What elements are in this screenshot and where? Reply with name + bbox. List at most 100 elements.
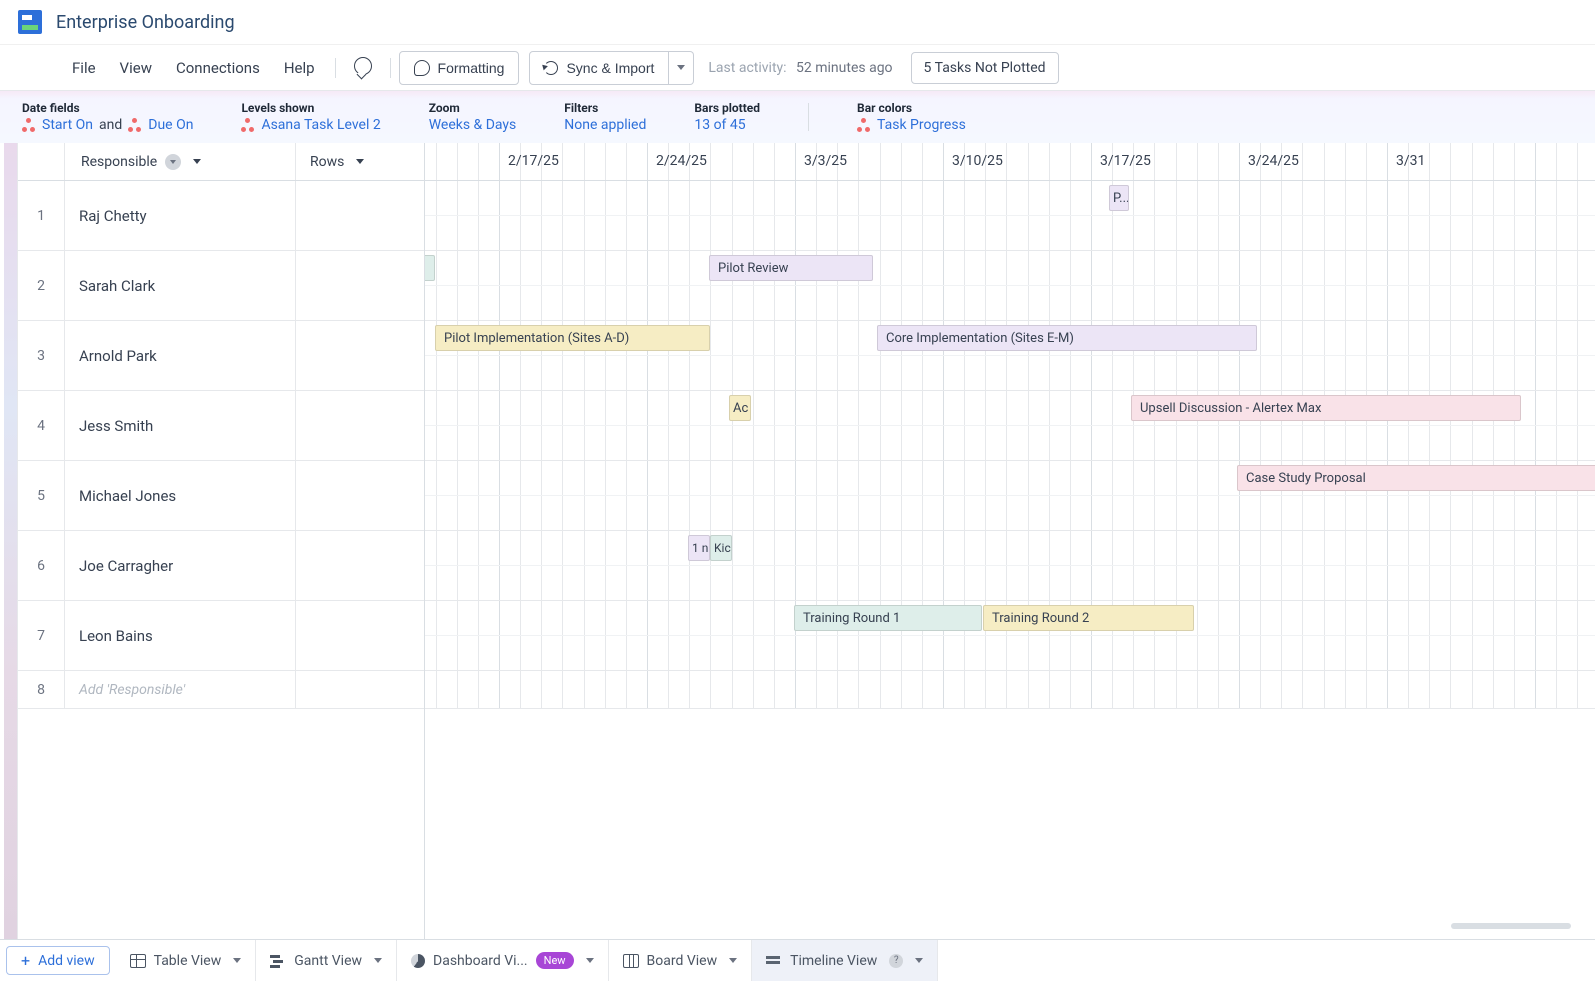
col-responsible-header[interactable]: Responsible (65, 143, 296, 180)
grid-row[interactable]: 4 Jess Smith (18, 391, 424, 461)
row-responsible[interactable]: Sarah Clark (65, 251, 296, 320)
timeline-row[interactable]: 1 n Kic (425, 531, 1595, 601)
task-bar[interactable]: Upsell Discussion - Alertex Max (1131, 395, 1521, 421)
cfg-filters-value[interactable]: None applied (564, 117, 646, 133)
project-title[interactable]: Enterprise Onboarding (56, 12, 235, 33)
sync-icon (544, 61, 558, 75)
separator (808, 103, 809, 131)
timeline-row[interactable]: Ac Upsell Discussion - Alertex Max (425, 391, 1595, 461)
grid-row[interactable]: 2 Sarah Clark (18, 251, 424, 321)
grid-row[interactable]: 7 Leon Bains (18, 601, 424, 671)
cfg-zoom-value[interactable]: Weeks & Days (429, 117, 517, 133)
cfg-bar-colors-value[interactable]: Task Progress (877, 117, 966, 133)
responsible-header-label: Responsible (81, 154, 157, 170)
sync-import-button[interactable]: Sync & Import (529, 51, 669, 85)
cfg-bar-colors[interactable]: Bar colors Task Progress (857, 101, 966, 133)
grid-row-empty[interactable]: 8 Add 'Responsible' (18, 671, 424, 709)
cfg-start-on[interactable]: Start On (42, 117, 93, 133)
tab-label: Timeline View (790, 953, 877, 969)
menu-connections[interactable]: Connections (164, 53, 272, 83)
timeline-panel[interactable]: 2/17/25 2/24/25 3/3/25 3/10/25 3/17/25 3… (425, 143, 1595, 939)
task-bar[interactable]: P... (1109, 185, 1129, 211)
menu-help[interactable]: Help (272, 53, 327, 83)
cfg-due-on[interactable]: Due On (148, 117, 193, 133)
row-number: 7 (18, 601, 65, 670)
task-bar[interactable]: Kic (710, 535, 732, 561)
cfg-levels[interactable]: Levels shown Asana Task Level 2 (241, 101, 380, 133)
help-icon[interactable]: ? (889, 954, 903, 968)
task-bar[interactable]: Case Study Proposal (1237, 465, 1595, 491)
timeline-row[interactable]: Pilot Implementation (Sites A-D) Core Im… (425, 321, 1595, 391)
footer-tabs: + Add view Table View Gantt View Dashboa… (0, 939, 1595, 981)
row-responsible[interactable]: Arnold Park (65, 321, 296, 390)
tasks-not-plotted-button[interactable]: 5 Tasks Not Plotted (911, 52, 1059, 84)
task-bar[interactable]: Ac (729, 395, 751, 421)
cfg-bars-plotted[interactable]: Bars plotted 13 of 45 (694, 101, 760, 133)
task-bar[interactable]: Training Round 2 (983, 605, 1194, 631)
dashboard-icon (411, 954, 425, 968)
menu-file[interactable]: File (60, 53, 108, 83)
row-number: 5 (18, 461, 65, 530)
sync-import-dropdown[interactable] (669, 51, 694, 85)
col-rows-header[interactable]: Rows (296, 143, 424, 180)
timeline-body: P... Pilot Review Pilot Implementation (… (425, 181, 1595, 709)
grid-row[interactable]: 1 Raj Chetty (18, 181, 424, 251)
add-view-button[interactable]: + Add view (6, 946, 110, 975)
tab-gantt-view[interactable]: Gantt View (256, 940, 397, 981)
row-responsible[interactable]: Raj Chetty (65, 181, 296, 250)
add-responsible-placeholder[interactable]: Add 'Responsible' (65, 671, 296, 708)
row-responsible[interactable]: Jess Smith (65, 391, 296, 460)
chat-icon (354, 57, 372, 75)
horizontal-scrollbar[interactable] (1451, 923, 1571, 929)
timeline-row[interactable]: Pilot Review (425, 251, 1595, 321)
timeline-row[interactable] (425, 671, 1595, 709)
cfg-zoom[interactable]: Zoom Weeks & Days (429, 101, 517, 133)
asana-icon (128, 118, 142, 132)
cfg-levels-value[interactable]: Asana Task Level 2 (261, 117, 380, 133)
tab-timeline-view[interactable]: Timeline View ? (752, 940, 938, 981)
task-bar[interactable] (425, 255, 435, 281)
row-responsible[interactable]: Michael Jones (65, 461, 296, 530)
task-bar[interactable]: Pilot Implementation (Sites A-D) (435, 325, 710, 351)
row-responsible[interactable]: Joe Carragher (65, 531, 296, 600)
task-bar[interactable]: Training Round 1 (794, 605, 982, 631)
task-bar[interactable]: Core Implementation (Sites E-M) (877, 325, 1257, 351)
comments-button[interactable] (344, 53, 382, 83)
grid-row[interactable]: 6 Joe Carragher (18, 531, 424, 601)
chevron-down-icon (586, 958, 594, 963)
chevron-down-icon (374, 958, 382, 963)
timeline-header: 2/17/25 2/24/25 3/3/25 3/10/25 3/17/25 3… (425, 143, 1595, 181)
chevron-down-icon (915, 958, 923, 963)
tab-board-view[interactable]: Board View (609, 940, 753, 981)
cfg-bars-plotted-value[interactable]: 13 of 45 (694, 117, 745, 133)
tab-label: Board View (647, 953, 718, 969)
menu-view[interactable]: View (108, 53, 164, 83)
timeline-icon (766, 954, 782, 968)
row-responsible[interactable]: Leon Bains (65, 601, 296, 670)
palette-icon (414, 60, 430, 76)
tab-dashboard-view[interactable]: Dashboard Vi... New (397, 940, 609, 981)
app-logo-icon (18, 10, 42, 34)
timeline-row[interactable]: Training Round 1 Training Round 2 (425, 601, 1595, 671)
left-panel: Responsible Rows 1 Raj Chetty 2 Sarah Cl… (18, 143, 425, 939)
cfg-label: Levels shown (241, 101, 380, 115)
timeline-row[interactable]: Case Study Proposal (425, 461, 1595, 531)
row-extra (296, 251, 424, 320)
tab-label: Dashboard Vi... (433, 953, 528, 969)
tab-table-view[interactable]: Table View (116, 940, 257, 981)
sync-import-label: Sync & Import (566, 60, 654, 76)
chevron-down-icon (165, 154, 181, 170)
timeline-row[interactable]: P... (425, 181, 1595, 251)
cfg-date-fields[interactable]: Date fields Start On and Due On (22, 101, 193, 133)
row-extra (296, 671, 424, 708)
date-col: 3/31 (1396, 153, 1425, 169)
cfg-filters[interactable]: Filters None applied (564, 101, 646, 133)
task-bar[interactable]: Pilot Review (709, 255, 873, 281)
formatting-button[interactable]: Formatting (399, 51, 520, 85)
task-bar[interactable]: 1 n (688, 535, 710, 561)
asana-icon (22, 118, 36, 132)
row-extra (296, 531, 424, 600)
grid-row[interactable]: 3 Arnold Park (18, 321, 424, 391)
grid-row[interactable]: 5 Michael Jones (18, 461, 424, 531)
header-bar: Enterprise Onboarding (0, 0, 1595, 45)
